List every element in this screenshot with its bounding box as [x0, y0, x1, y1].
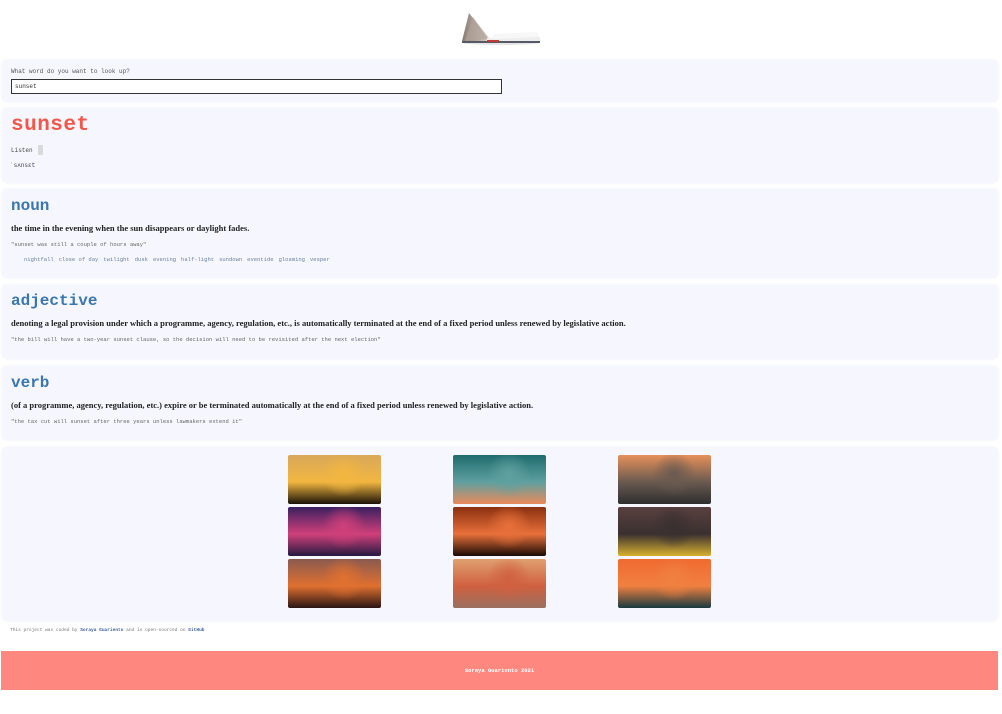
search-section: What word do you want to look up?: [2, 60, 998, 102]
footer-text: Soraya Guariento 2021: [464, 667, 535, 674]
audio-play-button[interactable]: [37, 145, 43, 155]
sunset-photo[interactable]: [618, 559, 711, 608]
synonym-item[interactable]: gloaming: [279, 256, 305, 263]
example-text: "the tax cut will sunset after three yea…: [11, 418, 243, 425]
sunset-photo[interactable]: [453, 559, 546, 608]
author-link[interactable]: Soraya Guariento: [80, 628, 123, 633]
synonym-item[interactable]: vesper: [310, 256, 330, 263]
open-book-icon: [462, 13, 541, 45]
sunset-photo[interactable]: [618, 507, 711, 556]
synonym-item[interactable]: close of day: [59, 256, 99, 263]
definition-text: denoting a legal provision under which a…: [11, 318, 626, 328]
header: [0, 0, 1002, 58]
github-link[interactable]: GitHub: [188, 628, 204, 633]
example-text: "sunset was still a couple of hours away…: [11, 241, 147, 248]
sunset-photo[interactable]: [288, 455, 381, 504]
word-title: sunset: [11, 114, 90, 137]
footer: Soraya Guariento 2021: [1, 651, 998, 690]
sunset-photo[interactable]: [288, 507, 381, 556]
part-of-speech-heading: verb: [11, 374, 50, 392]
sunset-photo[interactable]: [453, 507, 546, 556]
sunset-photo[interactable]: [618, 455, 711, 504]
part-of-speech-heading: noun: [11, 197, 50, 215]
part-of-speech-heading: adjective: [11, 292, 98, 310]
synonym-item[interactable]: half-light: [181, 256, 214, 263]
sunset-photo[interactable]: [288, 559, 381, 608]
phonetic-text: ˈsʌnsɛt: [10, 162, 36, 169]
synonym-item[interactable]: evening: [153, 256, 176, 263]
credit-middle: and is open-sourced on: [126, 628, 186, 633]
search-label: What word do you want to look up?: [11, 68, 130, 75]
search-input[interactable]: [11, 79, 502, 94]
listen-row: Listen: [11, 145, 43, 155]
example-text: "the bill will have a two-year sunset cl…: [11, 336, 381, 343]
credit-text: This project was coded by Soraya Guarien…: [10, 628, 204, 633]
credit-prefix: This project was coded by: [10, 628, 78, 633]
synonym-item[interactable]: eventide: [247, 256, 273, 263]
photos-section: [2, 447, 998, 621]
synonym-item[interactable]: sundown: [219, 256, 242, 263]
word-header-section: sunset Listen: [2, 108, 998, 183]
synonym-item[interactable]: dusk: [135, 256, 148, 263]
synonym-item[interactable]: nightfall: [24, 256, 54, 263]
sunset-photo[interactable]: [453, 455, 546, 504]
synonyms-list: nightfall close of day twilight dusk eve…: [24, 256, 330, 263]
meaning-verb: verb (of a programme, agency, regulation…: [2, 366, 998, 440]
definition-text: the time in the evening when the sun dis…: [11, 223, 250, 233]
listen-label: Listen: [11, 146, 33, 154]
meaning-adjective: adjective denoting a legal provision und…: [2, 285, 998, 359]
meaning-noun: noun the time in the evening when the su…: [2, 189, 998, 278]
definition-text: (of a programme, agency, regulation, etc…: [11, 400, 534, 410]
synonym-item[interactable]: twilight: [103, 256, 129, 263]
